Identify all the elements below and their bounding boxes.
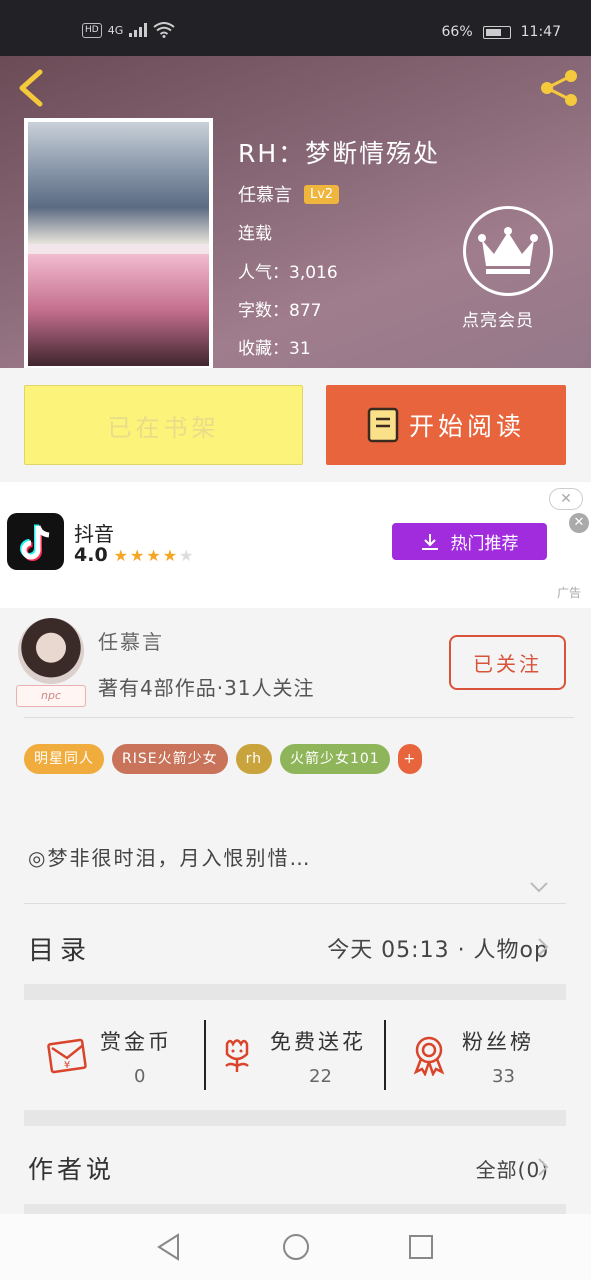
start-reading-button[interactable]: 开始阅读	[326, 385, 566, 465]
system-nav-bar	[0, 1214, 591, 1280]
cover-photo-bottom	[28, 254, 209, 366]
chevron-down-icon[interactable]	[529, 880, 549, 894]
stat-reward-label: 赏金币	[100, 1030, 172, 1054]
ad-banner[interactable]: 抖音 4.0 ★★★★★ 热门推荐 ✕ ✕ 广告	[0, 482, 591, 608]
chevron-right-icon[interactable]	[537, 1157, 549, 1177]
nav-back-icon[interactable]	[154, 1232, 184, 1262]
author-avatar[interactable]	[18, 618, 84, 684]
stat-reward[interactable]: ¥ 赏金币 0	[46, 1018, 196, 1090]
book-word-count: 字数：877	[238, 301, 322, 321]
ad-app-name: 抖音	[74, 522, 114, 546]
on-shelf-button[interactable]: 已在书架	[24, 385, 303, 465]
ad-rating-row: 4.0 ★★★★★	[74, 544, 195, 566]
book-cover[interactable]	[24, 118, 213, 368]
stat-reward-value: 0	[134, 1066, 146, 1087]
rating-stars: ★★★★★	[113, 545, 196, 565]
network-indicators: HD 4G	[82, 22, 175, 38]
ad-cta-label: 热门推荐	[450, 534, 519, 554]
book-author[interactable]: 任慕言	[238, 181, 292, 207]
stat-fans[interactable]: 粉丝榜 33	[408, 1018, 558, 1090]
author-notes-label[interactable]: 作者说	[28, 1150, 115, 1186]
stat-flower-value: 22	[309, 1066, 332, 1087]
catalog-latest[interactable]: 今天 05:13 · 人物op	[327, 932, 549, 964]
book-status: 连载	[238, 224, 272, 244]
cover-caption	[28, 244, 209, 254]
vip-button[interactable]	[463, 206, 553, 296]
book-title: RH：梦断情殇处	[238, 139, 441, 168]
tag-item[interactable]: rh	[235, 744, 272, 774]
clock: 11:47	[520, 24, 561, 40]
status-right: 66% 11:47	[442, 24, 561, 40]
svg-text:¥: ¥	[64, 1060, 70, 1071]
download-icon	[421, 533, 438, 550]
divider	[24, 903, 566, 904]
book-header: RH：梦断情殇处 任慕言 Lv2 连载 人气：3,016 字数：877 收藏：3…	[0, 56, 591, 368]
avatar-tag: npc	[16, 685, 86, 707]
stat-flower[interactable]: 免费送花 22	[216, 1018, 376, 1090]
stat-flower-label: 免费送花	[270, 1030, 366, 1054]
stat-separator	[384, 1020, 386, 1090]
stat-fans-label: 粉丝榜	[462, 1030, 534, 1054]
action-buttons: 已在书架 开始阅读	[0, 368, 591, 482]
book-popularity: 人气：3,016	[238, 263, 338, 283]
network-gen: 4G	[107, 23, 124, 37]
ad-label: 广告	[556, 586, 581, 600]
tag-item[interactable]: 火箭少女101	[279, 744, 390, 774]
book-icon	[367, 407, 399, 443]
section-separator	[24, 984, 566, 1000]
nav-home-icon[interactable]	[281, 1232, 311, 1262]
signal-icon	[129, 23, 148, 37]
followed-button[interactable]: 已关注	[449, 635, 566, 690]
red-envelope-icon: ¥	[47, 1038, 87, 1074]
battery-icon	[482, 25, 511, 39]
ad-cta-button[interactable]: 热门推荐	[392, 523, 547, 560]
stat-fans-value: 33	[492, 1066, 515, 1087]
tag-item[interactable]: 明星同人	[24, 744, 104, 774]
author-name[interactable]: 任慕言	[98, 626, 164, 655]
battery-percent: 66%	[441, 24, 473, 40]
tag-item[interactable]: +	[397, 744, 422, 774]
chevron-right-icon[interactable]	[537, 937, 549, 957]
ad-rating-value: 4.0	[74, 544, 108, 566]
crown-icon	[478, 227, 538, 274]
vip-label[interactable]: 点亮会员	[462, 306, 534, 331]
tag-list: 明星同人 RISE火箭少女 rh 火箭少女101 +	[24, 744, 422, 774]
cover-photo-top	[28, 122, 209, 244]
nav-recents-icon[interactable]	[406, 1232, 436, 1262]
start-reading-label: 开始阅读	[408, 412, 525, 441]
medal-icon	[413, 1036, 445, 1076]
tiktok-logo-icon	[7, 513, 64, 570]
level-badge: Lv2	[304, 184, 340, 204]
share-icon[interactable]	[537, 66, 581, 110]
author-stats: 著有4部作品·31人关注	[98, 676, 315, 700]
flower-icon	[225, 1039, 249, 1072]
wifi-icon	[153, 22, 175, 38]
divider	[24, 717, 574, 718]
catalog-label[interactable]: 目录	[28, 930, 92, 967]
author-section: npc 任慕言 著有4部作品·31人关注 已关注	[0, 608, 591, 718]
tag-item[interactable]: RISE火箭少女	[112, 744, 228, 774]
book-favorites: 收藏：31	[238, 339, 311, 359]
hd-indicator: HD	[82, 22, 102, 38]
book-summary[interactable]: ◎梦非很时泪，月入恨别惜…	[28, 842, 311, 871]
section-separator	[24, 1204, 566, 1214]
section-separator	[24, 1110, 566, 1126]
book-author-line: 任慕言 Lv2	[238, 181, 340, 207]
ad-dismiss-icon[interactable]: ✕	[569, 513, 589, 533]
stat-separator	[204, 1020, 206, 1090]
status-bar: HD 4G 66% 11:47	[0, 0, 591, 56]
ad-close-button[interactable]: ✕	[549, 488, 583, 510]
back-arrow-icon[interactable]	[14, 68, 50, 108]
